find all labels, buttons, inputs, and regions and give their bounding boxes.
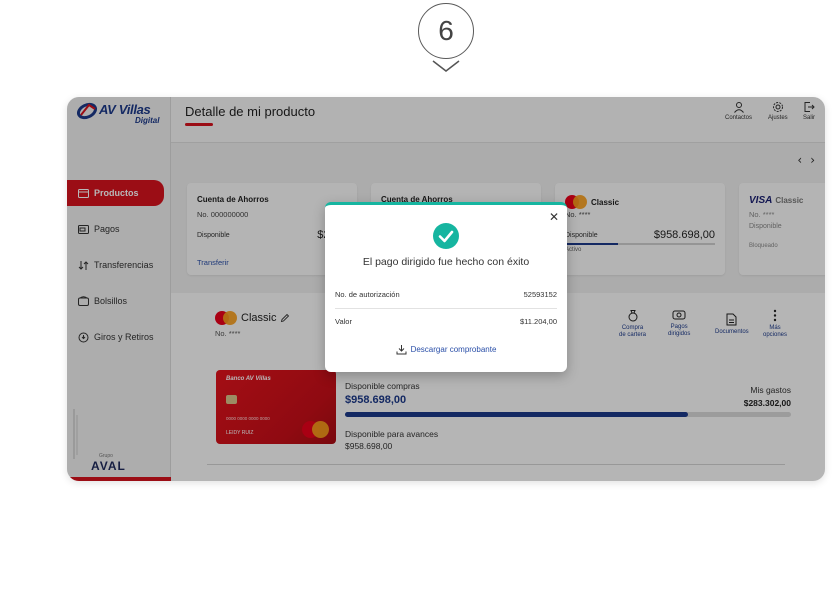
tutorial-page: 6 AV Villas Digital Productos Pagos Tran… (0, 0, 837, 595)
check-circle-icon (433, 223, 459, 249)
success-message: El pago dirigido fue hecho con éxito (362, 256, 530, 268)
value-label: Valor (335, 317, 352, 326)
authorization-label: No. de autorización (335, 290, 400, 299)
success-dialog: ✕ El pago dirigido fue hecho con éxito N… (325, 202, 567, 372)
modal-divider (335, 308, 557, 309)
step-number: 6 (418, 3, 474, 59)
chevron-down-icon (432, 60, 460, 72)
download-receipt-label: Descargar comprobante (410, 345, 497, 354)
authorization-row: No. de autorización 52593152 (335, 290, 557, 299)
close-icon[interactable]: ✕ (549, 211, 559, 223)
download-receipt-button[interactable]: Descargar comprobante (325, 344, 567, 355)
authorization-value: 52593152 (523, 290, 557, 299)
download-icon (396, 345, 407, 355)
value-row: Valor $11.204,00 (335, 317, 557, 326)
value-amount: $11.204,00 (520, 317, 557, 326)
